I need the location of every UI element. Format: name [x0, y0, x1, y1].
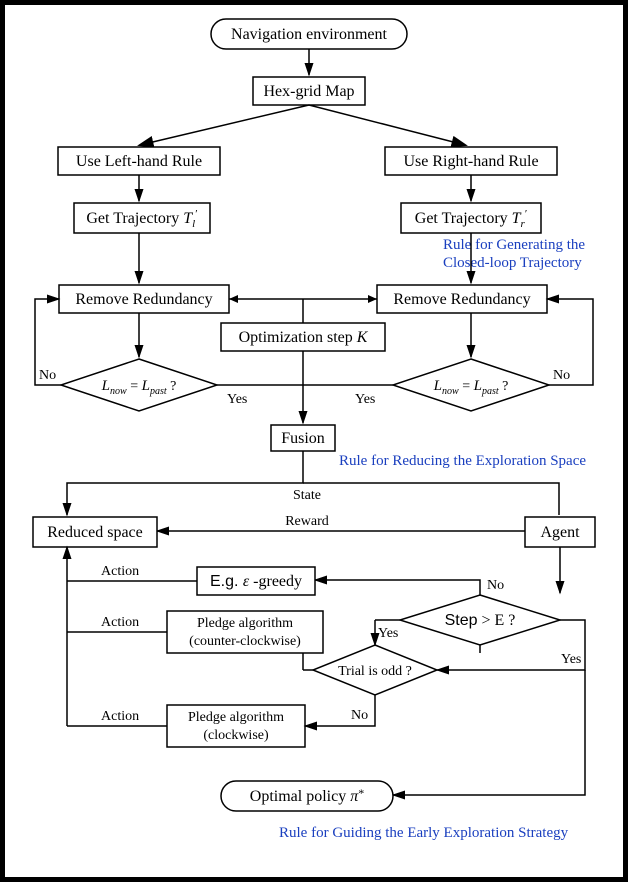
- no3-label: No: [487, 578, 504, 593]
- yes4-label: Yes: [561, 652, 581, 667]
- yes3-label: Yes: [378, 626, 398, 641]
- left-rule-label: Use Left-hand Rule: [76, 153, 202, 170]
- pledge-cw-l1: Pledge algorithm: [188, 710, 284, 725]
- step-e-label: Step > E ?: [445, 612, 516, 629]
- hex-grid-label: Hex-grid Map: [263, 83, 354, 100]
- no1-label: No: [39, 368, 56, 383]
- action3-label: Action: [101, 709, 139, 724]
- pledge-ccw-l1: Pledge algorithm: [197, 616, 293, 631]
- remove-l-label: Remove Redundancy: [75, 291, 212, 308]
- reward-label: Reward: [285, 514, 329, 529]
- state-label: State: [293, 488, 321, 503]
- rule2-label: Rule for Reducing the Exploration Space: [339, 453, 586, 469]
- rule1-line2: Closed-loop Trajectory: [443, 255, 582, 271]
- arrow: [309, 105, 465, 145]
- traj-l-label: Get Trajectory Tl′: [86, 208, 197, 230]
- arrowhead: [368, 295, 377, 303]
- action1-label: Action: [101, 564, 139, 579]
- yes2-label: Yes: [355, 392, 375, 407]
- right-rule-label: Use Right-hand Rule: [403, 153, 538, 170]
- fusion-label: Fusion: [281, 430, 325, 447]
- yes1-label: Yes: [227, 392, 247, 407]
- trial-odd-label: Trial is odd ?: [338, 664, 412, 679]
- optimal-label: Optimal policy π*: [250, 786, 364, 805]
- pledge-cw-l2: (clockwise): [203, 728, 269, 743]
- remove-r-label: Remove Redundancy: [393, 291, 530, 308]
- no4-label: No: [351, 708, 368, 723]
- rule3-label: Rule for Guiding the Early Exploration S…: [279, 825, 569, 841]
- greedy-label: E.g. ε -greedy: [210, 573, 302, 590]
- action2-label: Action: [101, 615, 139, 630]
- traj-r-label: Get Trajectory Tr′: [415, 208, 527, 230]
- agent-label: Agent: [540, 524, 580, 541]
- no2-label: No: [553, 368, 570, 383]
- reduced-label: Reduced space: [47, 524, 143, 541]
- nav-env-label: Navigation environment: [231, 26, 388, 43]
- arrow: [393, 670, 585, 795]
- flowchart-frame: Navigation environment Hex-grid Map Use …: [0, 0, 628, 882]
- arrow: [140, 105, 309, 145]
- arrow: [315, 580, 480, 595]
- rule1-line1: Rule for Generating the: [443, 237, 585, 253]
- arrow: [67, 451, 303, 515]
- flowchart-svg: Navigation environment Hex-grid Map Use …: [5, 5, 623, 877]
- pledge-ccw-l2: (counter-clockwise): [189, 634, 301, 649]
- opt-step-label: Optimization step K: [239, 329, 369, 346]
- line: [303, 483, 559, 515]
- arrowhead: [229, 295, 238, 303]
